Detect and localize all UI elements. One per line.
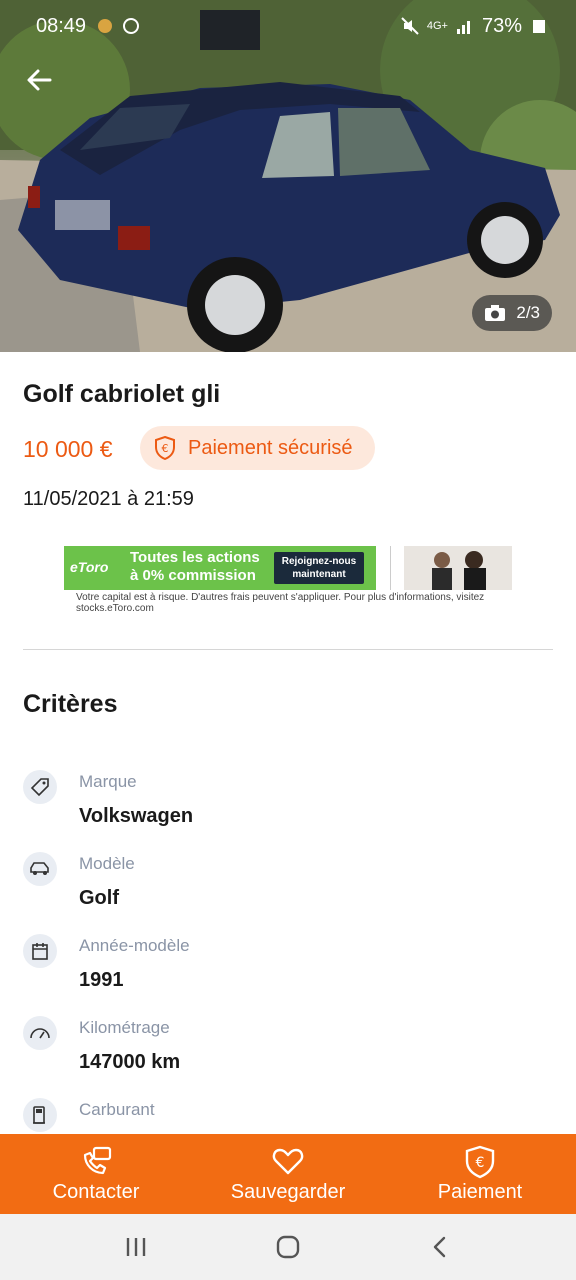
action-bar: Contacter Sauvegarder € Paiement	[0, 1134, 576, 1214]
home-icon	[276, 1235, 300, 1259]
system-nav-bar	[0, 1214, 576, 1280]
phone-chat-icon	[83, 1146, 112, 1174]
criteria-title: Critères	[23, 690, 118, 718]
tag-icon	[23, 770, 57, 804]
status-bar: 08:49 4G+ 73%	[0, 0, 576, 52]
ad-people-image	[404, 546, 512, 590]
ad-headline-line2: à 0% commission	[130, 567, 256, 584]
criteria-item-year: Année-modèle 1991	[0, 934, 576, 1004]
ad-divider	[390, 546, 391, 590]
back-arrow-icon[interactable]	[22, 62, 58, 98]
etoro-ad-banner[interactable]: eToro Toutes les actions à 0% commission…	[64, 546, 512, 616]
camera-icon	[485, 305, 506, 321]
criteria-label: Kilométrage	[79, 1018, 170, 1037]
criteria-label: Modèle	[79, 854, 135, 873]
status-time: 08:49	[36, 14, 87, 37]
calendar-icon	[23, 934, 57, 968]
battery-percent: 73%	[481, 14, 522, 37]
mute-icon	[401, 17, 419, 35]
criteria-value: Golf	[79, 887, 119, 909]
payment-label: Paiement	[437, 1180, 523, 1203]
criteria-value: Volkswagen	[79, 805, 194, 827]
back-chevron-icon	[433, 1236, 446, 1258]
criteria-label: Année-modèle	[79, 936, 190, 955]
recent-apps-icon	[126, 1238, 146, 1256]
payment-button[interactable]: € Paiement	[384, 1134, 576, 1214]
fuel-pump-icon	[23, 1098, 57, 1132]
recent-apps-button[interactable]	[116, 1227, 156, 1267]
home-button[interactable]	[268, 1227, 308, 1267]
back-button[interactable]	[420, 1227, 460, 1267]
save-button[interactable]: Sauvegarder	[192, 1134, 384, 1214]
signal-icon	[456, 21, 470, 34]
ad-headline-line1: Toutes les actions	[130, 549, 260, 566]
ad-cta-line2: maintenant	[292, 569, 346, 580]
heart-icon	[272, 1148, 304, 1174]
photo-counter-text: 2/3	[516, 303, 540, 322]
ad-cta-button[interactable]: Rejoignez-nous maintenant	[274, 552, 364, 584]
ad-disclaimer: Votre capital est à risque. D'autres fra…	[76, 592, 485, 614]
criteria-value: 147000 km	[79, 1051, 181, 1073]
car-icon	[23, 852, 57, 886]
secure-payment-badge[interactable]: € Paiement sécurisé	[140, 426, 375, 470]
svg-text:€: €	[476, 1155, 485, 1171]
photo-counter[interactable]: 2/3	[472, 295, 552, 331]
ad-logo: eToro	[70, 559, 109, 575]
contact-button[interactable]: Contacter	[0, 1134, 192, 1214]
whatsapp-icon	[123, 18, 140, 34]
listing-photo[interactable]: 08:49 4G+ 73% 2/3	[0, 0, 576, 352]
criteria-item-model: Modèle Golf	[0, 852, 576, 922]
criteria-label: Marque	[79, 772, 137, 791]
listing-date: 11/05/2021 à 21:59	[23, 488, 194, 510]
shield-euro-icon: €	[465, 1145, 495, 1178]
criteria-value: 1991	[79, 969, 124, 991]
criteria-label: Carburant	[79, 1100, 155, 1119]
speedometer-icon	[23, 1016, 57, 1050]
notification-app-icon	[98, 19, 113, 33]
section-divider	[23, 649, 553, 650]
save-label: Sauvegarder	[230, 1180, 346, 1203]
ad-headline: Toutes les actions à 0% commission	[130, 549, 260, 585]
listing-title: Golf cabriolet gli	[23, 380, 221, 408]
criteria-item-brand: Marque Volkswagen	[0, 770, 576, 840]
network-type: 4G+	[426, 20, 448, 32]
shield-euro-icon: €	[155, 436, 175, 460]
criteria-item-mileage: Kilométrage 147000 km	[0, 1016, 576, 1086]
battery-icon	[533, 20, 545, 33]
listing-price: 10 000 €	[23, 436, 113, 462]
ad-cta-line1: Rejoignez-nous	[281, 556, 357, 567]
secure-payment-label: Paiement sécurisé	[188, 436, 353, 459]
svg-text:€: €	[162, 442, 169, 455]
contact-label: Contacter	[52, 1180, 140, 1203]
